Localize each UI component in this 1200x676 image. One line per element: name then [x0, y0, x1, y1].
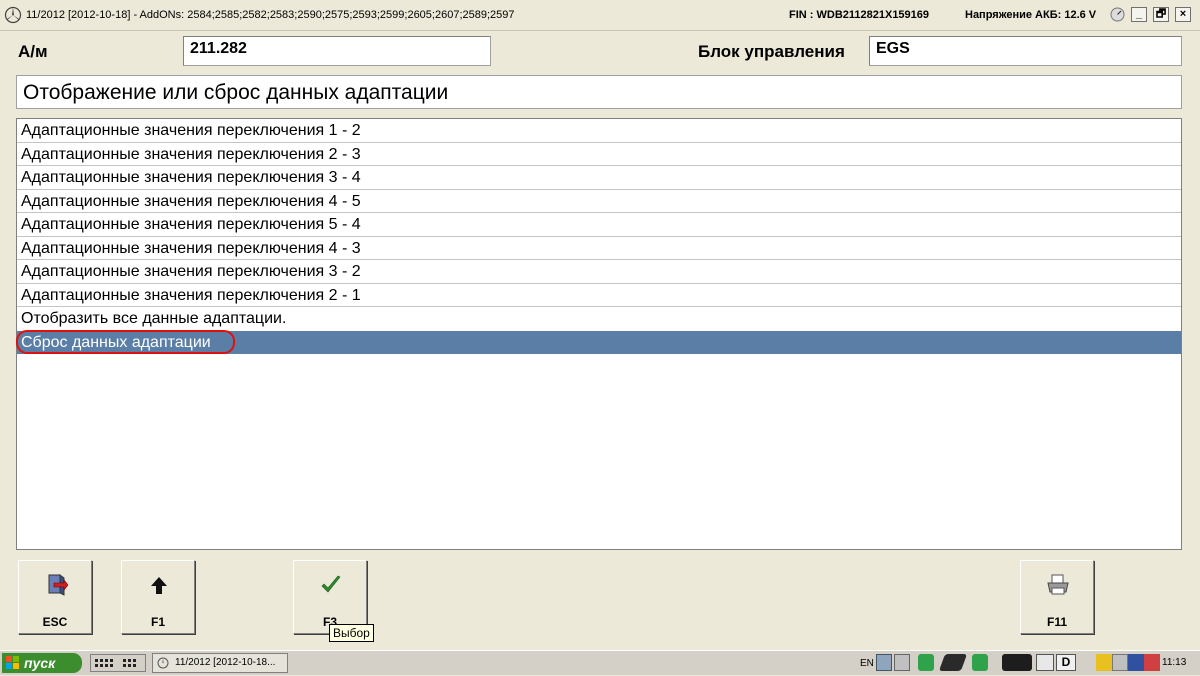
- list-item-selected[interactable]: Сброс данных адаптации: [16, 329, 1181, 354]
- f11-button[interactable]: F11: [1020, 560, 1094, 634]
- exit-door-icon: [48, 574, 68, 596]
- language-indicator[interactable]: EN: [860, 658, 874, 669]
- f1-label: F1: [150, 615, 165, 629]
- control-unit-field: EGS: [869, 36, 1182, 66]
- list-item[interactable]: Адаптационные значения переключения 3 - …: [17, 260, 1181, 284]
- page-heading: Отображение или сброс данных адаптации: [16, 75, 1182, 109]
- list-item[interactable]: Адаптационные значения переключения 5 - …: [17, 213, 1181, 237]
- tray-shield-icon[interactable]: [1128, 654, 1144, 671]
- battery-voltage-label: Напряжение АКБ: 12.6 V: [965, 9, 1097, 21]
- minimize-button[interactable]: _: [1131, 7, 1147, 22]
- tray-window-icon[interactable]: [1112, 654, 1128, 671]
- f3-button[interactable]: F3: [293, 560, 367, 634]
- gauge-icon: [1110, 7, 1125, 22]
- list-item[interactable]: Отобразить все данные адаптации.: [17, 307, 1181, 331]
- adaptation-list[interactable]: Адаптационные значения переключения 1 - …: [16, 118, 1182, 550]
- taskbar: пуск 11/2012 [2012-10-18... EN D 11:13: [0, 650, 1200, 675]
- f3-tooltip: Выбор: [329, 624, 374, 642]
- windows-flag-icon: [6, 656, 19, 669]
- tray-app-icon[interactable]: [918, 654, 934, 671]
- clock: 11:13: [1162, 657, 1187, 668]
- list-item[interactable]: Адаптационные значения переключения 3 - …: [17, 166, 1181, 190]
- list-item[interactable]: Адаптационные значения переключения 4 - …: [17, 190, 1181, 213]
- tray-drive-icon[interactable]: D: [1056, 654, 1076, 671]
- taskbar-task[interactable]: 11/2012 [2012-10-18...: [152, 653, 288, 673]
- list-item[interactable]: Адаптационные значения переключения 2 - …: [17, 143, 1181, 166]
- f11-label: F11: [1046, 615, 1067, 629]
- esc-label: ESC: [42, 615, 68, 629]
- fin-label: FIN : WDB2112821X159169: [789, 9, 930, 21]
- tray-lock-icon[interactable]: [1036, 654, 1054, 671]
- arrow-up-icon: [151, 577, 167, 594]
- vehicle-label: А/м: [18, 42, 48, 61]
- tray-network-icon[interactable]: [876, 654, 892, 671]
- tray-app-icon-2[interactable]: [972, 654, 988, 671]
- tray-alert-icon[interactable]: [1144, 654, 1160, 671]
- esc-button[interactable]: ESC: [18, 560, 92, 634]
- close-button[interactable]: ×: [1175, 7, 1191, 22]
- list-item[interactable]: Адаптационные значения переключения 4 - …: [17, 237, 1181, 260]
- checkmark-icon: [321, 575, 341, 593]
- f1-button[interactable]: F1: [121, 560, 195, 634]
- quick-launch[interactable]: [90, 654, 146, 672]
- mercedes-star-icon: [157, 657, 169, 669]
- list-item[interactable]: Адаптационные значения переключения 1 - …: [17, 119, 1181, 143]
- tray-device-icon[interactable]: [894, 654, 910, 671]
- vehicle-field: 211.282: [183, 36, 491, 66]
- highlight-circle: [16, 329, 235, 354]
- control-unit-label: Блок управления: [698, 42, 845, 61]
- title-bar: 11/2012 [2012-10-18] - AddONs: 2584;2585…: [0, 0, 1200, 31]
- tray-printer-icon[interactable]: [1002, 654, 1032, 671]
- start-label: пуск: [24, 655, 56, 671]
- tray-warning-icon[interactable]: [1096, 654, 1112, 671]
- list-item[interactable]: Адаптационные значения переключения 2 - …: [17, 284, 1181, 307]
- tray-vci-icon[interactable]: [938, 654, 968, 671]
- mercedes-star-icon: [4, 6, 22, 24]
- restore-button[interactable]: 🗗: [1153, 7, 1169, 22]
- start-button[interactable]: пуск: [2, 653, 82, 673]
- window-title: 11/2012 [2012-10-18] - AddONs: 2584;2585…: [26, 9, 515, 21]
- keyboard-icon: [95, 659, 136, 667]
- taskbar-task-label: 11/2012 [2012-10-18...: [175, 657, 276, 668]
- printer-icon: [1047, 574, 1069, 595]
